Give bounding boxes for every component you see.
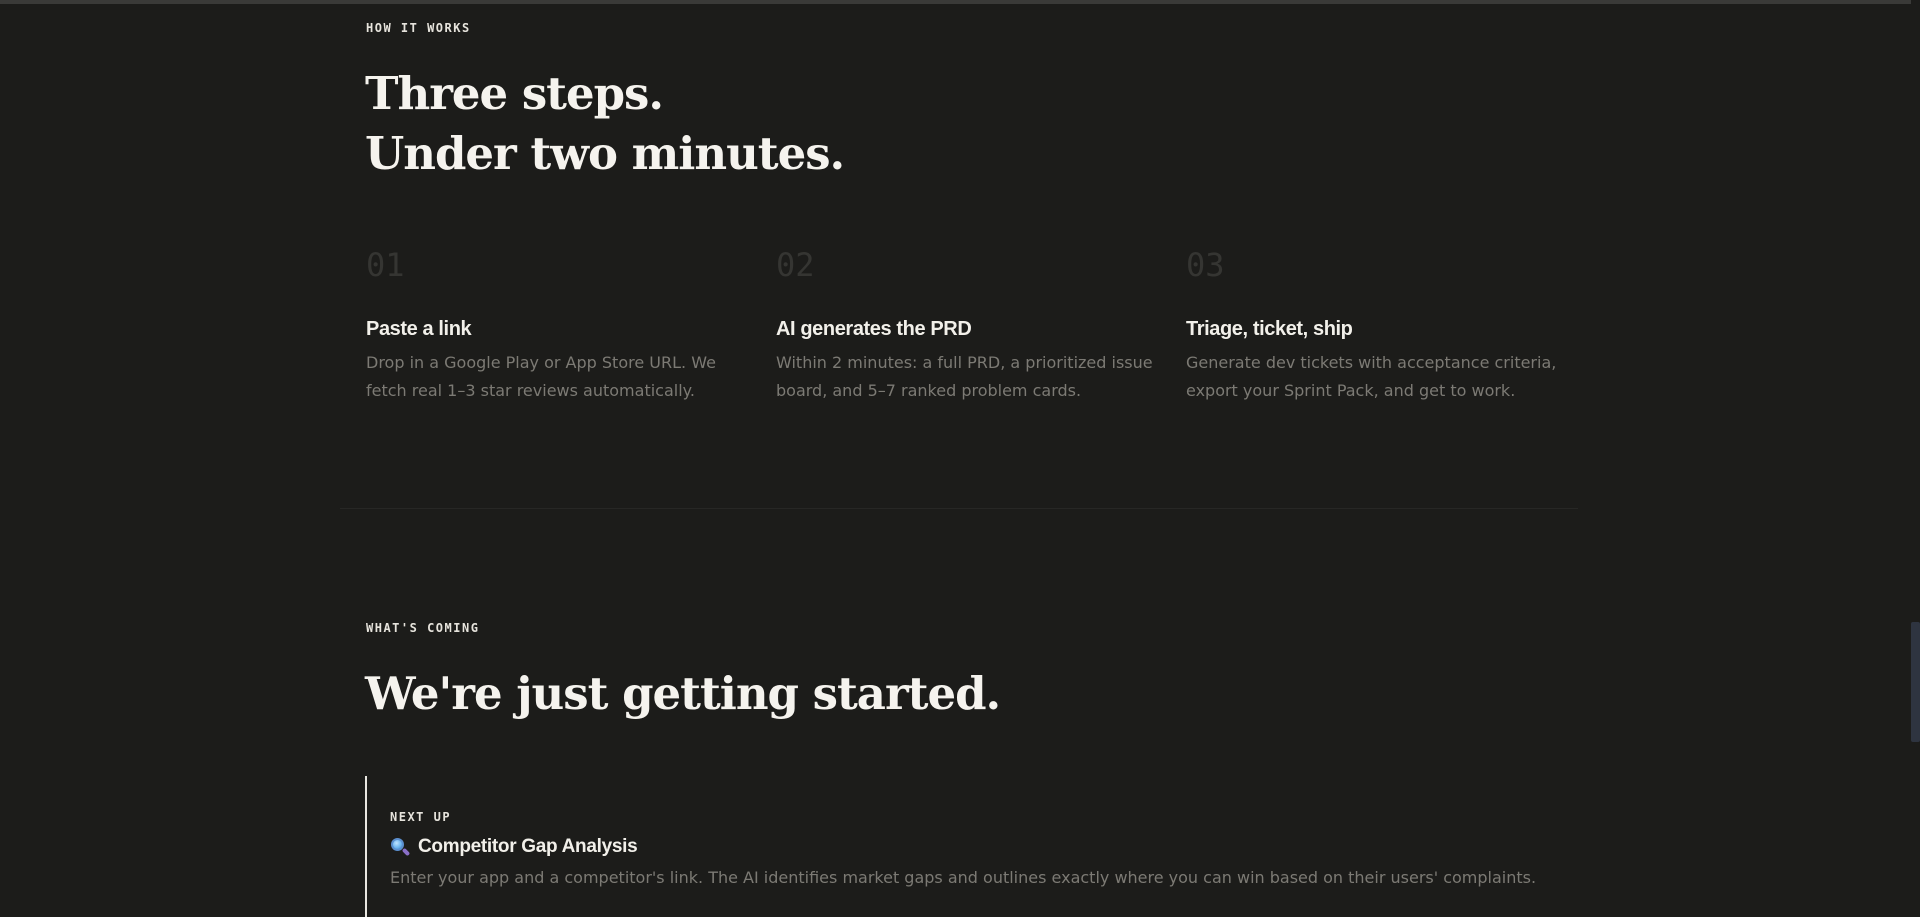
whats-coming-eyebrow: WHAT'S COMING bbox=[366, 621, 480, 635]
step-title: Paste a link bbox=[366, 318, 472, 340]
step-description-line: export your Sprint Pack, and get to work… bbox=[1186, 381, 1516, 400]
how-it-works-eyebrow: HOW IT WORKS bbox=[366, 21, 471, 35]
steps-grid: 01 Paste a link Drop in a Google Play or… bbox=[366, 242, 1586, 412]
step-card: 01 Paste a link Drop in a Google Play or… bbox=[366, 242, 766, 405]
section-divider bbox=[340, 508, 1578, 509]
step-number: 01 bbox=[366, 246, 405, 284]
step-description-line: Within 2 minutes: a full PRD, a prioriti… bbox=[776, 353, 1153, 372]
how-it-works-headline: Three steps. Under two minutes. bbox=[365, 64, 845, 184]
headline-line-2: Under two minutes. bbox=[365, 127, 845, 180]
vertical-scrollbar[interactable] bbox=[1911, 0, 1920, 917]
headline-line-1: Three steps. bbox=[365, 67, 664, 120]
next-up-callout: NEXT UP Competitor Gap Analysis Enter yo… bbox=[365, 776, 1665, 917]
next-up-title: Competitor Gap Analysis bbox=[418, 836, 638, 857]
step-card: 03 Triage, ticket, ship Generate dev tic… bbox=[1186, 242, 1586, 405]
step-description: Drop in a Google Play or App Store URL. … bbox=[366, 349, 766, 405]
landing-page: HOW IT WORKS Three steps. Under two minu… bbox=[0, 0, 1920, 917]
step-number: 02 bbox=[776, 246, 815, 284]
step-description: Within 2 minutes: a full PRD, a prioriti… bbox=[776, 349, 1176, 405]
step-description-line: Generate dev tickets with acceptance cri… bbox=[1186, 353, 1557, 372]
step-description-line: fetch real 1–3 star reviews automaticall… bbox=[366, 381, 695, 400]
scrollbar-thumb[interactable] bbox=[1911, 622, 1920, 742]
next-up-description: Enter your app and a competitor's link. … bbox=[390, 868, 1537, 887]
next-up-title-row: Competitor Gap Analysis bbox=[390, 836, 638, 858]
next-up-eyebrow: NEXT UP bbox=[390, 810, 452, 824]
step-title: AI generates the PRD bbox=[776, 318, 972, 340]
step-title: Triage, ticket, ship bbox=[1186, 318, 1353, 340]
step-description: Generate dev tickets with acceptance cri… bbox=[1186, 349, 1586, 405]
step-card: 02 AI generates the PRD Within 2 minutes… bbox=[776, 242, 1176, 405]
magnifying-glass-icon bbox=[390, 837, 411, 857]
whats-coming-headline: We're just getting started. bbox=[365, 667, 1001, 720]
step-number: 03 bbox=[1186, 246, 1225, 284]
step-description-line: Drop in a Google Play or App Store URL. … bbox=[366, 353, 716, 372]
step-description-line: board, and 5–7 ranked problem cards. bbox=[776, 381, 1082, 400]
